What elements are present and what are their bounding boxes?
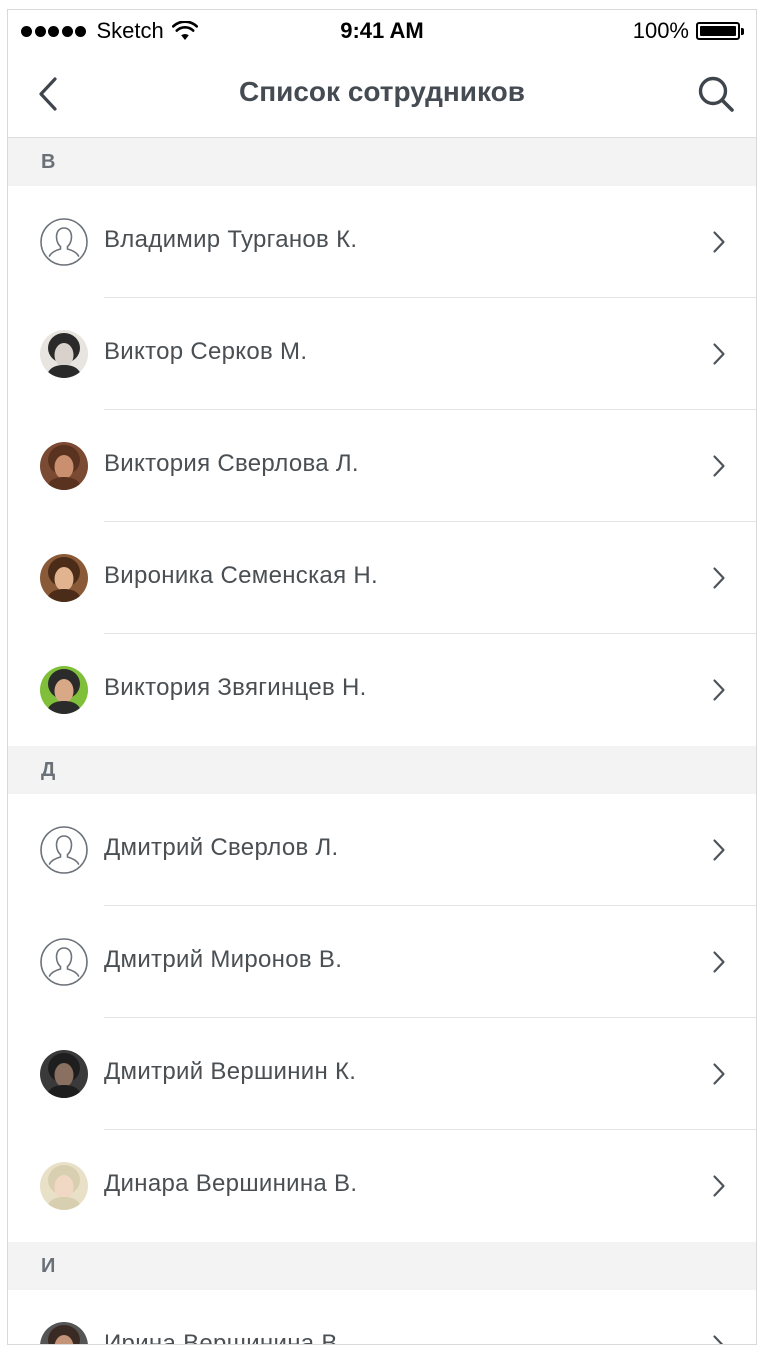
employee-name: Дмитрий Миронов В.	[104, 946, 343, 973]
status-bar: Sketch 9:41 AM 100%	[8, 10, 756, 54]
avatar	[40, 1162, 88, 1210]
battery-icon	[696, 22, 740, 40]
employee-row[interactable]: Дмитрий Миронов В.	[8, 906, 756, 1018]
chevron-right-icon	[712, 342, 726, 366]
avatar	[40, 554, 88, 602]
employee-row[interactable]: Ирина Вершинина В.	[8, 1290, 756, 1345]
employee-name: Владимир Турганов К.	[104, 226, 358, 253]
employee-name: Дмитрий Вершинин К.	[104, 1058, 357, 1085]
page-title: Список сотрудников	[239, 76, 525, 107]
avatar	[40, 442, 88, 490]
chevron-right-icon	[712, 678, 726, 702]
avatar	[40, 1050, 88, 1098]
employee-name: Виктория Сверлова Л.	[104, 450, 359, 477]
avatar	[40, 666, 88, 714]
chevron-right-icon	[712, 1062, 726, 1086]
navigation-bar: Список сотрудников	[8, 54, 756, 138]
user-outline-icon	[40, 938, 88, 986]
employee-name: Виктория Звягинцев Н.	[104, 674, 367, 701]
app-screen: Sketch 9:41 AM 100% Список сотрудников В…	[7, 9, 757, 1345]
employee-name: Дмитрий Сверлов Л.	[104, 834, 339, 861]
avatar	[40, 330, 88, 378]
employee-row[interactable]: Дмитрий Вершинин К.	[8, 1018, 756, 1130]
chevron-right-icon	[712, 1334, 726, 1344]
chevron-right-icon	[712, 454, 726, 478]
chevron-right-icon	[712, 950, 726, 974]
employee-name: Ирина Вершинина В.	[104, 1330, 345, 1345]
chevron-right-icon	[712, 838, 726, 862]
battery-tip	[741, 27, 744, 35]
battery-percentage: 100%	[632, 18, 689, 43]
employee-row[interactable]: Дмитрий Сверлов Л.	[8, 794, 756, 906]
employee-name: Динара Вершинина В.	[104, 1170, 358, 1197]
chevron-right-icon	[712, 1174, 726, 1198]
employee-name: Виктор Серков М.	[104, 338, 308, 365]
employee-row[interactable]: Виктория Звягинцев Н.	[8, 634, 756, 746]
employee-row[interactable]: Вироника Семенская Н.	[8, 522, 756, 634]
section-header: Д	[8, 746, 756, 794]
section-header: В	[8, 138, 756, 186]
employee-row[interactable]: Виктория Сверлова Л.	[8, 410, 756, 522]
employee-row[interactable]: Виктор Серков М.	[8, 298, 756, 410]
employee-row[interactable]: Владимир Турганов К.	[8, 186, 756, 298]
chevron-right-icon	[712, 566, 726, 590]
avatar	[40, 1322, 88, 1344]
employee-name: Вироника Семенская Н.	[104, 562, 378, 589]
section-header: И	[8, 1242, 756, 1290]
search-button[interactable]	[696, 74, 738, 116]
user-outline-icon	[40, 218, 88, 266]
status-right: 100%	[633, 18, 744, 44]
chevron-right-icon	[712, 230, 726, 254]
employee-list: В Владимир Турганов К. Виктор Серков М. Вик…	[8, 138, 756, 1345]
employee-row[interactable]: Динара Вершинина В.	[8, 1130, 756, 1242]
user-outline-icon	[40, 826, 88, 874]
